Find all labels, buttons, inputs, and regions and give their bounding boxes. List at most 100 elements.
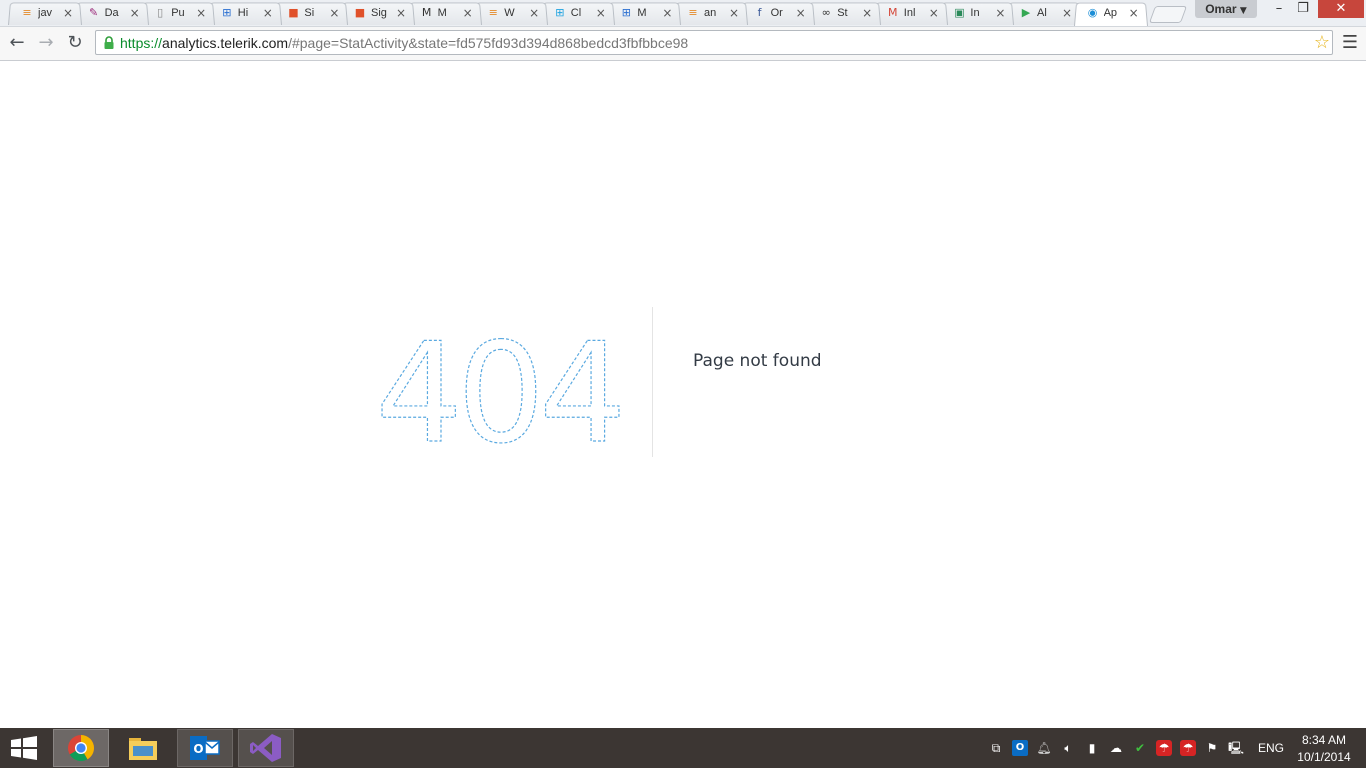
taskbar-file-explorer[interactable]: [115, 729, 171, 767]
tab-close-icon[interactable]: ×: [262, 6, 274, 20]
outlook-icon: O: [190, 736, 220, 760]
tab-title: Cl: [570, 7, 582, 19]
medium-icon: M: [421, 6, 432, 19]
url-path: /#page=StatActivity&state=fd575fd93d394d…: [288, 35, 689, 51]
browser-tab-content[interactable]: ✎ Da ×: [75, 1, 149, 25]
menu-icon[interactable]: ☰: [1340, 32, 1360, 54]
tab-title: M: [437, 7, 447, 19]
clock-date[interactable]: 10/1/2014: [1294, 750, 1354, 764]
network-icon[interactable]: 🖳︎: [1228, 740, 1244, 756]
tab-title: Pu: [171, 7, 185, 19]
browser-tab-content[interactable]: ■ Si ×: [274, 1, 348, 25]
taskbar-outlook[interactable]: O: [177, 729, 233, 767]
play-store-icon: ▶: [1021, 6, 1031, 19]
outlook-tray-icon[interactable]: O: [1012, 740, 1028, 756]
browser-tab-content[interactable]: M Inl ×: [874, 1, 948, 25]
tab-close-icon[interactable]: ×: [395, 6, 407, 20]
profile-button[interactable]: Omar ▼: [1195, 0, 1257, 18]
browser-tab-content[interactable]: ⊞ Hi ×: [208, 1, 282, 25]
visual-studio-icon: [250, 734, 281, 762]
tab-close-icon[interactable]: ×: [1128, 6, 1140, 20]
tab-close-icon[interactable]: ×: [195, 6, 207, 20]
close-window-icon[interactable]: ✕: [1318, 0, 1364, 18]
tab-title: Hi: [237, 7, 249, 19]
svg-text:O: O: [193, 742, 203, 756]
browser-tab-content[interactable]: ▣ In ×: [940, 1, 1014, 25]
minimize-icon[interactable]: –: [1268, 0, 1290, 18]
divider: [652, 307, 653, 457]
telerik-analytics-icon: ◉: [1087, 6, 1098, 19]
tab-close-icon[interactable]: ×: [795, 6, 807, 20]
tab-close-icon[interactable]: ×: [328, 6, 340, 20]
windows-icon: ⊞: [222, 6, 232, 19]
browser-tab-content[interactable]: ≡ jav ×: [8, 1, 82, 25]
error-code-text: 404: [375, 329, 620, 449]
tab-title: Si: [304, 7, 315, 19]
antivirus-icon[interactable]: ☂: [1156, 740, 1172, 756]
tab-title: M: [637, 7, 647, 19]
tab-close-icon[interactable]: ×: [661, 6, 673, 20]
windows-flag-icon: ⊞: [621, 6, 631, 19]
tab-close-icon[interactable]: ×: [62, 6, 74, 20]
battery-icon[interactable]: ▮: [1084, 740, 1100, 756]
facebook-icon: f: [757, 6, 762, 19]
folder-icon: [129, 738, 157, 760]
action-center-flag-icon[interactable]: ⚑: [1204, 740, 1220, 756]
clock-time[interactable]: 8:34 AM: [1300, 733, 1348, 747]
input-language[interactable]: ENG: [1258, 741, 1284, 755]
chevron-down-icon: ▼: [1239, 6, 1247, 16]
chrome-icon: [68, 735, 95, 762]
tab-close-icon[interactable]: ×: [129, 6, 141, 20]
browser-tab-content[interactable]: ■ Sig ×: [341, 1, 415, 25]
browser-tab-content[interactable]: ≡ W ×: [474, 1, 548, 25]
tab-close-icon[interactable]: ×: [462, 6, 474, 20]
stackoverflow-icon: ≡: [22, 6, 32, 19]
browser-tab-content[interactable]: ▯ Pu ×: [141, 1, 215, 25]
restore-icon[interactable]: ❐: [1292, 0, 1314, 18]
microsoft-icon: ■: [288, 6, 299, 19]
new-tab-button[interactable]: [1148, 6, 1188, 23]
antivirus-update-icon[interactable]: ☂: [1180, 740, 1196, 756]
tab-close-icon[interactable]: ×: [928, 6, 940, 20]
tab-close-icon[interactable]: ×: [861, 6, 873, 20]
volume-icon[interactable]: 🔈︎: [1060, 740, 1076, 756]
tab-title: Da: [104, 7, 119, 19]
tab-close-icon[interactable]: ×: [528, 6, 540, 20]
tab-close-icon[interactable]: ×: [1061, 6, 1073, 20]
forward-icon[interactable]: →: [34, 31, 58, 55]
security-check-icon[interactable]: ✔: [1132, 740, 1148, 756]
browser-tab-content[interactable]: ◉ Ap ×: [1074, 1, 1148, 25]
browser-toolbar: ← → ↻ https://analytics.telerik.com/#pag…: [0, 27, 1366, 61]
microsoft-icon: ■: [354, 6, 366, 19]
browser-tab-content[interactable]: ▶ Al ×: [1007, 1, 1081, 25]
tab-title: Sig: [371, 7, 387, 19]
notification-bell-icon[interactable]: 🔔︎: [1036, 740, 1052, 756]
taskbar-visual-studio[interactable]: [238, 729, 294, 767]
browser-tab-content[interactable]: ⊞ Cl ×: [541, 1, 615, 25]
error-message: Page not found: [693, 351, 822, 371]
cloud-sync-icon[interactable]: ☁: [1108, 740, 1124, 756]
windows-start-icon[interactable]: [10, 736, 38, 760]
network-share-icon[interactable]: ⧉: [988, 740, 1004, 756]
bookmark-star-icon[interactable]: ☆: [1314, 32, 1330, 54]
browser-tab-content[interactable]: M M ×: [408, 1, 482, 25]
tab-close-icon[interactable]: ×: [595, 6, 607, 20]
tab-title: In: [970, 7, 980, 19]
browser-tab-content[interactable]: ⊞ M ×: [607, 1, 681, 25]
tab-title: St: [837, 7, 848, 19]
tab-close-icon[interactable]: ×: [728, 6, 740, 20]
browser-tab-content[interactable]: ∞ St ×: [807, 1, 881, 25]
browser-tab-content[interactable]: ≡ an ×: [674, 1, 748, 25]
tab-close-icon[interactable]: ×: [994, 6, 1006, 20]
link-icon: ∞: [821, 6, 831, 19]
url-scheme: https://: [120, 35, 163, 51]
taskbar-chrome[interactable]: [53, 729, 109, 767]
back-icon[interactable]: ←: [5, 31, 29, 55]
browser-tab-content[interactable]: f Or ×: [741, 1, 815, 25]
tab-title: an: [704, 7, 717, 19]
reload-icon[interactable]: ↻: [63, 31, 87, 55]
tab-title: Ap: [1103, 7, 1118, 19]
tab-title: Or: [770, 7, 783, 19]
address-bar[interactable]: https://analytics.telerik.com/#page=Stat…: [95, 30, 1333, 55]
stackoverflow-icon: ≡: [488, 6, 498, 19]
